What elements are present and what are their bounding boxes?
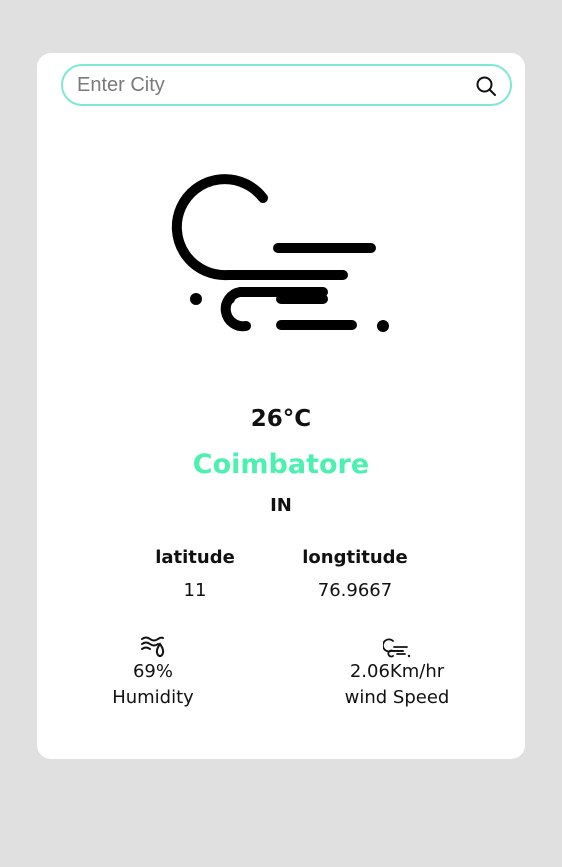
wind-cloud-icon xyxy=(171,174,389,332)
weather-card: 26°C Coimbatore IN latitude 11 longtitud… xyxy=(37,53,525,759)
search-icon xyxy=(476,76,496,96)
wind-label: wind Speed xyxy=(344,687,450,708)
humidity-value: 69% xyxy=(132,661,173,682)
search-button[interactable] xyxy=(474,74,498,98)
city-name: Coimbatore xyxy=(192,449,370,480)
city-search-input[interactable] xyxy=(77,66,457,104)
longitude-label: longtitude xyxy=(302,547,408,568)
wind-value: 2.06Km/hr xyxy=(349,661,445,682)
search-bar xyxy=(61,64,512,106)
humidity-block: 69% Humidity xyxy=(93,633,213,711)
latitude-block: latitude 11 xyxy=(145,547,245,601)
longitude-value: 76.9667 xyxy=(317,580,393,601)
humidity-label: Humidity xyxy=(112,687,194,708)
longitude-block: longtitude 76.9667 xyxy=(299,547,411,601)
latitude-label: latitude xyxy=(155,547,235,568)
wind-block: 2.06Km/hr wind Speed xyxy=(327,637,467,711)
temperature: 26°C xyxy=(250,406,312,432)
country-code: IN xyxy=(270,495,292,516)
wind-icon xyxy=(383,638,411,658)
humidity-icon xyxy=(141,636,165,657)
latitude-value: 11 xyxy=(183,580,207,601)
